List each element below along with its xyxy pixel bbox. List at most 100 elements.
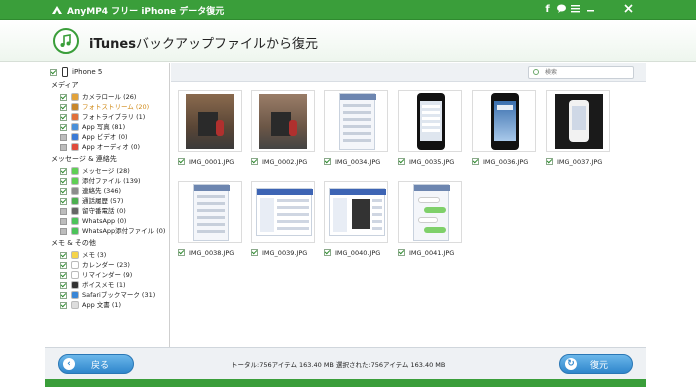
thumbnail-filename: IMG_0040.JPG	[335, 249, 381, 257]
page-title: iTunesバックアップファイルから復元	[89, 33, 318, 52]
thumbnail-image	[339, 93, 376, 150]
close-icon[interactable]	[622, 3, 635, 16]
thumbnail[interactable]	[398, 181, 462, 243]
category-icon	[71, 93, 79, 101]
thumbnail[interactable]	[251, 181, 315, 243]
sidebar-item-checkbox[interactable]	[60, 208, 67, 215]
thumbnail-checkbox[interactable]	[178, 249, 185, 256]
thumbnail-checkbox[interactable]	[251, 249, 258, 256]
back-button[interactable]: ‹ 戻る	[58, 354, 134, 374]
category-icon	[71, 281, 79, 289]
sidebar-item-checkbox[interactable]	[60, 104, 67, 111]
thumbnail-image	[555, 94, 603, 149]
thumbnail-filename: IMG_0041.JPG	[409, 249, 455, 257]
recover-button[interactable]: ↻ 復元	[559, 354, 633, 374]
device-name: iPhone 5	[72, 68, 103, 76]
back-button-label: 戻る	[91, 361, 110, 371]
thumbnail-checkbox[interactable]	[178, 158, 185, 165]
category-icon	[71, 113, 79, 121]
category-icon	[71, 197, 79, 205]
thumbnail-checkbox[interactable]	[398, 158, 405, 165]
category-icon	[71, 133, 79, 141]
iphone-icon	[62, 67, 68, 77]
thumbnail-image	[259, 94, 307, 149]
recover-icon: ↻	[565, 358, 577, 370]
bottom-bar: ‹ 戻る トータル:756アイテム 163.40 MB 選択された:756アイテ…	[45, 347, 646, 379]
minimize-icon[interactable]	[584, 3, 597, 16]
sidebar-item-checkbox[interactable]	[60, 188, 67, 195]
thumbnail-image	[413, 184, 450, 241]
thumbnail-checkbox[interactable]	[251, 158, 258, 165]
sidebar-item-checkbox[interactable]	[60, 252, 67, 259]
sidebar-item-checkbox[interactable]	[60, 124, 67, 131]
thumbnail-checkbox[interactable]	[546, 158, 553, 165]
sidebar-item-checkbox[interactable]	[60, 282, 67, 289]
recover-button-label: 復元	[590, 361, 609, 371]
thumbnail-checkbox[interactable]	[324, 249, 331, 256]
sidebar-section-title: メディア	[51, 81, 79, 89]
thumbnail-image	[417, 93, 445, 150]
search-input[interactable]	[545, 68, 629, 77]
thumbnail[interactable]	[251, 90, 315, 152]
sidebar-item-checkbox[interactable]	[60, 168, 67, 175]
sidebar-item-checkbox[interactable]	[60, 218, 67, 225]
thumbnail-image	[193, 184, 230, 241]
sidebar-item-label: App オーディオ (0)	[82, 143, 141, 151]
thumbnail-checkbox[interactable]	[324, 158, 331, 165]
sidebar-item-checkbox[interactable]	[60, 94, 67, 101]
right-margin	[646, 62, 696, 387]
sidebar-item-checkbox[interactable]	[60, 292, 67, 299]
thumbnail-checkbox[interactable]	[398, 249, 405, 256]
thumbnail[interactable]	[546, 90, 610, 152]
sidebar-item-checkbox[interactable]	[60, 178, 67, 185]
category-sidebar: iPhone 5 メディア カメラロール (26) フォトストリーム (20) フォト…	[45, 63, 170, 347]
category-icon	[71, 103, 79, 111]
sidebar-item-checkbox[interactable]	[60, 272, 67, 279]
thumbnail-image	[491, 93, 519, 150]
app-logo-icon	[52, 6, 62, 14]
sidebar-item-checkbox[interactable]	[60, 302, 67, 309]
thumbnail[interactable]	[178, 90, 242, 152]
sidebar-item-label: WhatsApp添付ファイル (0)	[82, 227, 166, 235]
thumbnail[interactable]	[398, 90, 462, 152]
window-title: AnyMP4 フリー iPhone データ復元	[67, 7, 225, 17]
thumbnail-filename: IMG_0036.JPG	[483, 158, 529, 166]
thumbnail[interactable]	[324, 90, 388, 152]
category-icon	[71, 187, 79, 195]
category-icon	[71, 123, 79, 131]
category-icon	[71, 143, 79, 151]
menu-icon[interactable]	[569, 3, 582, 16]
thumbnail[interactable]	[472, 90, 536, 152]
category-icon	[71, 217, 79, 225]
title-bar: AnyMP4 フリー iPhone データ復元 f	[0, 0, 696, 20]
thumbnail-image	[256, 188, 313, 236]
thumbnail-checkbox[interactable]	[472, 158, 479, 165]
facebook-icon[interactable]: f	[541, 3, 554, 16]
search-box[interactable]	[528, 66, 634, 79]
category-icon	[71, 271, 79, 279]
sidebar-section-title: メッセージ & 連絡先	[51, 155, 117, 163]
content-toolbar	[171, 63, 646, 82]
sidebar-item-checkbox[interactable]	[60, 134, 67, 141]
category-icon	[71, 227, 79, 235]
device-checkbox[interactable]	[50, 69, 57, 76]
thumbnail-filename: IMG_0039.JPG	[262, 249, 308, 257]
search-icon	[533, 69, 539, 75]
category-icon	[71, 261, 79, 269]
sidebar-item-checkbox[interactable]	[60, 114, 67, 121]
category-icon	[71, 251, 79, 259]
sidebar-section-title: メモ & その他	[51, 239, 96, 247]
sidebar-item-checkbox[interactable]	[60, 228, 67, 235]
footer-accent-strip	[45, 379, 646, 387]
thumbnail[interactable]	[178, 181, 242, 243]
thumbnail-filename: IMG_0038.JPG	[189, 249, 235, 257]
thumbnail[interactable]	[324, 181, 388, 243]
sidebar-item-checkbox[interactable]	[60, 144, 67, 151]
thumbnail-filename: IMG_0037.JPG	[557, 158, 603, 166]
sidebar-item-checkbox[interactable]	[60, 262, 67, 269]
thumbnail-filename: IMG_0002.JPG	[262, 158, 308, 166]
sidebar-item-checkbox[interactable]	[60, 198, 67, 205]
category-icon	[71, 167, 79, 175]
chat-icon[interactable]	[555, 3, 568, 16]
selection-stats: トータル:756アイテム 163.40 MB 選択された:756アイテム 163…	[231, 361, 446, 369]
